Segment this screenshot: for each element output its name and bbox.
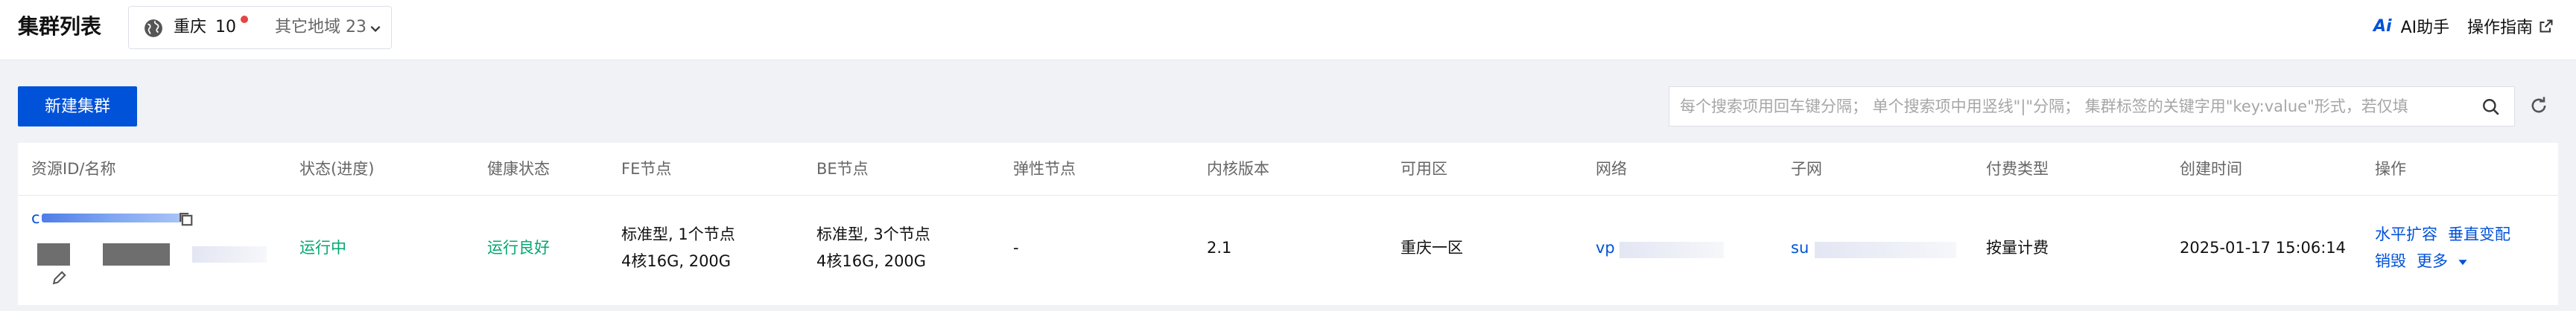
redacted-cluster-id <box>42 214 182 222</box>
subnet-link[interactable]: su <box>1791 236 1809 260</box>
operation-guide-link[interactable]: 操作指南 <box>2467 13 2554 39</box>
scale-out-link[interactable]: 水平扩容 <box>2375 222 2437 246</box>
operation-guide-label: 操作指南 <box>2467 19 2534 37</box>
health-text: 运行良好 <box>487 239 550 257</box>
billing-value: 按量计费 <box>1986 239 2049 257</box>
copy-icon[interactable] <box>177 211 194 227</box>
column-header-actions: 操作 <box>2375 160 2406 178</box>
column-header-subnet: 子网 <box>1791 160 1822 178</box>
cluster-id-link[interactable]: c <box>31 206 40 230</box>
current-region-name: 重庆 <box>174 18 207 36</box>
current-region-count: 10 <box>215 18 236 36</box>
fe-node-resources: 4核16G, 200G <box>621 252 732 270</box>
globe-icon <box>145 19 162 37</box>
refresh-icon[interactable] <box>2528 95 2549 116</box>
column-header-network: 网络 <box>1596 160 1627 178</box>
column-header-zone: 可用区 <box>1400 160 1447 178</box>
network-link[interactable]: vp <box>1596 236 1615 260</box>
ai-assistant-label: AI助手 <box>2400 19 2450 37</box>
column-header-billing: 付费类型 <box>1986 160 2049 178</box>
created-time-value: 2025-01-17 15:06:14 <box>2180 239 2347 257</box>
external-link-icon <box>2539 19 2553 33</box>
redacted-name-part <box>192 246 267 263</box>
elastic-node-value: - <box>1013 239 1019 257</box>
be-node-resources: 4核16G, 200G <box>816 252 927 270</box>
column-header-status: 状态(进度) <box>299 160 375 178</box>
column-header-health: 健康状态 <box>487 160 550 178</box>
region-selector[interactable]: 重庆 10 其它地域 23 <box>128 6 392 49</box>
search-box[interactable] <box>1669 86 2515 126</box>
table-header: 资源ID/名称 状态(进度) 健康状态 FE节点 BE节点 弹性节点 内核版本 … <box>18 143 2558 196</box>
table-row: c 运行中 运行良好 标准型, 1个节点 4核16G, 200G 标准型, 3个… <box>18 196 2558 300</box>
chevron-down-icon[interactable] <box>369 22 382 35</box>
fe-node-spec: 标准型, 1个节点 <box>621 225 735 243</box>
scale-up-link[interactable]: 垂直变配 <box>2448 222 2510 246</box>
redacted-name-part <box>37 243 70 266</box>
create-cluster-button[interactable]: 新建集群 <box>18 86 137 126</box>
caret-down-icon <box>2458 260 2467 266</box>
column-header-kernel-version: 内核版本 <box>1207 160 1269 178</box>
kernel-version-value: 2.1 <box>1207 239 1232 257</box>
more-actions-dropdown[interactable]: 更多 <box>2417 249 2468 273</box>
redacted-network-id <box>1619 242 1724 258</box>
column-header-be-node: BE节点 <box>816 160 869 178</box>
destroy-link[interactable]: 销毁 <box>2375 249 2406 273</box>
redacted-name-part <box>103 243 170 266</box>
other-regions-dropdown[interactable]: 其它地域 23 <box>275 16 367 39</box>
be-node-spec: 标准型, 3个节点 <box>816 225 930 243</box>
edit-icon[interactable] <box>51 270 67 286</box>
cluster-table: 资源ID/名称 状态(进度) 健康状态 FE节点 BE节点 弹性节点 内核版本 … <box>18 143 2558 305</box>
ai-assistant-button[interactable]: Ai AI助手 <box>2373 13 2449 39</box>
page-header: 集群列表 重庆 10 其它地域 23 Ai AI助手 操作指南 <box>0 0 2576 60</box>
zone-value: 重庆一区 <box>1400 239 1463 257</box>
page-title: 集群列表 <box>18 14 102 39</box>
column-header-fe-node: FE节点 <box>621 160 672 178</box>
redacted-subnet-id <box>1815 242 1956 258</box>
more-actions-label: 更多 <box>2417 252 2448 270</box>
column-header-created: 创建时间 <box>2180 160 2242 178</box>
notification-dot <box>241 16 248 23</box>
column-header-elastic-node: 弹性节点 <box>1013 160 1076 178</box>
column-header-resource-id: 资源ID/名称 <box>31 160 116 178</box>
ai-icon: Ai <box>2373 16 2392 36</box>
search-input[interactable] <box>1669 87 2459 126</box>
search-icon[interactable] <box>2481 97 2501 117</box>
status-text: 运行中 <box>299 239 346 257</box>
